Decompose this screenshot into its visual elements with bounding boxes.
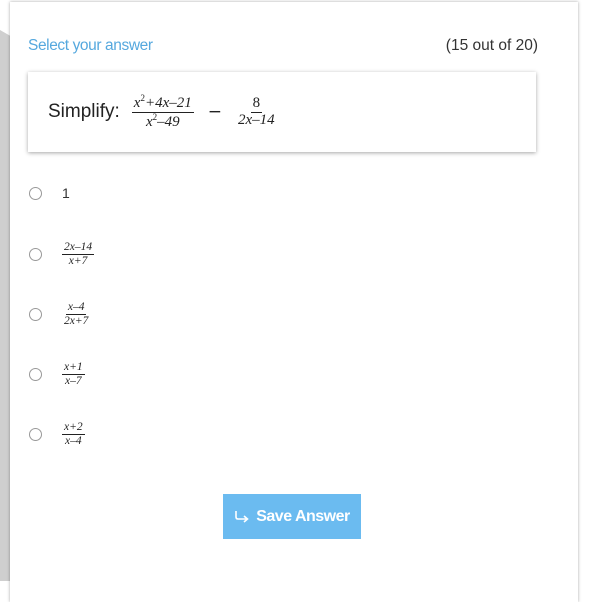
option-numerator: 2x–14 (62, 241, 95, 255)
question-prefix: Simplify: (48, 101, 120, 122)
term2-numerator: 8 (250, 94, 263, 113)
option-denominator: 2x+7 (64, 314, 89, 327)
option-numerator: x–4 (65, 301, 87, 315)
question-progress: (15 out of 20) (445, 37, 538, 54)
answer-option-5[interactable]: x+2 x–4 (28, 416, 85, 452)
answer-option-1[interactable]: 1 (28, 175, 70, 211)
quiz-header: Select your answer (15 out of 20) (28, 36, 538, 56)
option-fraction: x+2 x–4 (62, 421, 85, 447)
term2-denominator: 2x–14 (238, 111, 275, 128)
minus-operator: − (207, 102, 222, 122)
radio-button[interactable] (29, 186, 42, 200)
select-answer-label: Select your answer (28, 37, 153, 54)
option-label: 1 (62, 185, 70, 201)
option-denominator: x–4 (65, 434, 82, 447)
arrow-return-right-icon (235, 510, 249, 523)
option-denominator: x+7 (68, 254, 88, 267)
term1-numerator: x2+4x–21 (131, 92, 194, 113)
option-fraction: x+1 x–7 (62, 361, 85, 387)
save-answer-label: Save Answer (256, 507, 350, 525)
answer-option-3[interactable]: x–4 2x+7 (28, 296, 90, 332)
option-numerator: x+1 (62, 361, 85, 375)
radio-button[interactable] (29, 247, 42, 261)
radio-button[interactable] (29, 367, 42, 381)
option-denominator: x–7 (65, 374, 82, 387)
question-box: Simplify: x2+4x–21 x2–49 − 8 2x–14 (28, 72, 536, 152)
term1-denominator: x2–49 (145, 111, 180, 130)
answer-option-2[interactable]: 2x–14 x+7 (28, 236, 95, 272)
option-fraction: x–4 2x+7 (62, 301, 90, 326)
question-term2-fraction: 8 2x–14 (236, 94, 277, 129)
question-text: Simplify: x2+4x–21 x2–49 − 8 2x–14 (48, 92, 281, 132)
answer-option-4[interactable]: x+1 x–7 (28, 356, 85, 392)
radio-button[interactable] (29, 427, 42, 441)
question-expression: x2+4x–21 x2–49 − 8 2x–14 (128, 92, 281, 131)
option-fraction: 2x–14 x+7 (62, 241, 95, 267)
question-term1-fraction: x2+4x–21 x2–49 (131, 92, 194, 131)
save-answer-button[interactable]: Save Answer (223, 494, 361, 539)
radio-button[interactable] (29, 307, 42, 321)
option-numerator: x+2 (62, 421, 85, 435)
